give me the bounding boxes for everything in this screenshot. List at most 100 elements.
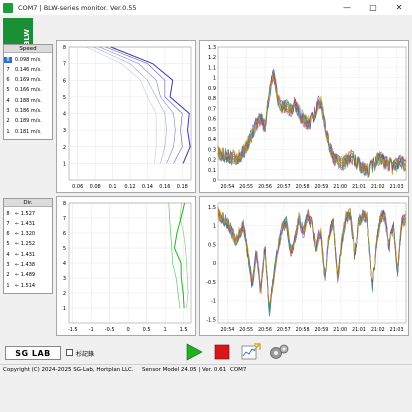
y-tick-label: 0.8 — [208, 96, 216, 102]
dir-row[interactable]: 8 ← 1.527 — [4, 209, 52, 218]
record-checkbox[interactable] — [66, 349, 73, 356]
speed-row-value: 0.188 m/s. — [15, 97, 42, 104]
control-bar: SG LAB 杉記錄 — [0, 336, 412, 364]
x-tick-label: 21:02 — [371, 184, 385, 190]
y-tick-label: 8 — [63, 201, 66, 207]
x-tick-label: 0.14 — [142, 184, 153, 190]
dir-row-index: 6 — [6, 231, 10, 238]
x-tick-label: 21:03 — [390, 184, 404, 190]
speed-row[interactable]: 5 0.166 m/s. — [4, 86, 52, 95]
speed-row-value: 0.166 m/s. — [15, 87, 42, 94]
x-tick-label: 20:55 — [239, 327, 253, 333]
x-tick-label: 20:59 — [314, 327, 328, 333]
y-tick-label: 1.2 — [208, 55, 216, 61]
port-text: COM7 — [230, 367, 247, 373]
dir-row[interactable]: 2 ← 1.489 — [4, 271, 52, 280]
speed-row-index: 8 — [4, 56, 12, 63]
settings-button[interactable] — [268, 342, 289, 362]
speed-row-index: 5 — [6, 87, 10, 94]
speed-timeseries-plot[interactable]: 0 0.1 0.2 0.3 0.4 0.5 0.6 0.7 0.8 0.9 1 1.1 1.2 1.3 20… — [199, 40, 409, 193]
y-tick-label: 1.5 — [208, 205, 216, 211]
x-tick-label: 21:03 — [390, 327, 404, 333]
dir-row-value: ← 1.320 — [15, 231, 36, 238]
speed-panel: Speed 8 0.098 m/s. 7 0.146 m/s. 6 0.169 m/s. 5… — [3, 44, 53, 140]
dir-panel-header: Dir. — [4, 199, 52, 207]
x-tick-label: 0.06 — [72, 184, 83, 190]
minimize-button[interactable]: — — [334, 0, 360, 15]
dir-row[interactable]: 4 ← 1.431 — [4, 250, 52, 259]
y-tick-label: 1 — [213, 76, 216, 82]
copyright-text: Copyright (C) 2024-2025 SG-Lab, Hortplan… — [3, 367, 134, 373]
y-tick-label: 0.6 — [208, 117, 216, 123]
y-tick-label: 0.3 — [208, 147, 216, 153]
play-button[interactable] — [184, 342, 204, 362]
y-tick-label: 0 — [213, 261, 216, 267]
x-tick-label: 20:55 — [239, 184, 253, 190]
x-tick-label: 21:00 — [333, 327, 347, 333]
gears-icon — [270, 344, 289, 359]
x-tick-label: -0.5 — [105, 327, 115, 333]
dir-row[interactable]: 7 ← 1.431 — [4, 219, 52, 228]
dir-row[interactable]: 5 ← 1.252 — [4, 240, 52, 249]
speed-row[interactable]: 2 0.189 m/s. — [4, 117, 52, 126]
x-tick-label: 21:01 — [352, 184, 366, 190]
y-tick-label: 0.4 — [208, 137, 216, 143]
x-tick-label: 20:54 — [220, 327, 234, 333]
y-tick-label: 6 — [63, 78, 66, 84]
x-tick-label: 0.16 — [159, 184, 170, 190]
speed-row-value: 0.181 m/s. — [15, 128, 42, 135]
y-tick-label: 0.5 — [208, 127, 216, 133]
profile-series-line — [110, 46, 191, 164]
speed-row-index: 2 — [6, 118, 10, 125]
x-tick-label: 20:57 — [277, 184, 291, 190]
speed-row[interactable]: 3 0.186 m/s. — [4, 107, 52, 116]
y-tick-label: 7 — [63, 62, 66, 68]
x-tick-label: 20:54 — [220, 184, 234, 190]
x-tick-label: 21:01 — [352, 327, 366, 333]
export-chart-icon — [241, 343, 261, 360]
export-button[interactable] — [240, 342, 261, 362]
speed-profile-plot[interactable]: 0.06 0.08 0.1 0.12 0.14 0.16 0.18 1 2 3 4 5 6 7 8 — [56, 40, 196, 193]
speed-row-index: 3 — [6, 108, 10, 114]
x-tick-label: 20:59 — [314, 184, 328, 190]
app-window: COM7 | BLW-series monitor. Ver.0.55 — □ … — [0, 0, 412, 412]
y-tick-label: 1 — [63, 161, 66, 167]
x-tick-label: 20:58 — [296, 184, 310, 190]
profile-series-line — [99, 46, 176, 164]
speed-row-value: 0.186 m/s. — [15, 108, 42, 114]
x-tick-label: 20:57 — [277, 327, 291, 333]
x-tick-label: 0.5 — [143, 327, 151, 333]
close-button[interactable]: ✕ — [386, 0, 412, 15]
x-tick-label: 20:56 — [258, 184, 272, 190]
y-tick-label: 4 — [63, 112, 66, 118]
speed-row-value: 0.098 m/s. — [15, 56, 42, 63]
speed-row[interactable]: 8 0.098 m/s. — [4, 55, 52, 64]
x-tick-label: 20:58 — [296, 327, 310, 333]
speed-row[interactable]: 4 0.188 m/s. — [4, 96, 52, 105]
speed-row[interactable]: 6 0.169 m/s. — [4, 76, 52, 85]
x-tick-label: 0.08 — [90, 184, 101, 190]
maximize-button[interactable]: □ — [360, 0, 386, 15]
y-tick-label: 0.5 — [208, 242, 216, 248]
dir-timeseries-plot[interactable]: -1.5 -1 -0.5 0 0.5 1 1.5 20:54 20:55 20:56 20:57 20… — [199, 196, 409, 336]
y-tick-label: 5 — [63, 246, 66, 252]
dir-row[interactable]: 1 ← 1.514 — [4, 281, 52, 290]
dir-row-value: ← 1.252 — [15, 241, 36, 248]
y-tick-label: 4 — [63, 261, 66, 267]
y-tick-label: 0.9 — [208, 86, 216, 92]
profile-series-line — [86, 46, 157, 164]
y-tick-label: 2 — [63, 291, 66, 297]
y-tick-label: 7 — [63, 216, 66, 222]
stop-button[interactable] — [212, 342, 232, 362]
y-tick-label: 1 — [63, 306, 66, 312]
speed-row-value: 0.146 m/s. — [15, 66, 42, 73]
dir-row[interactable]: 6 ← 1.320 — [4, 230, 52, 239]
speed-row[interactable]: 7 0.146 m/s. — [4, 65, 52, 74]
y-tick-label: 1 — [213, 224, 216, 230]
dir-profile-plot[interactable]: -1.5 -1 -0.5 0 0.5 1 1.5 1 2 3 4 5 6 7 8 — [56, 196, 196, 336]
speed-row[interactable]: 1 0.181 m/s. — [4, 127, 52, 136]
dir-row[interactable]: 3 ← 1.438 — [4, 261, 52, 270]
x-tick-label: 0 — [127, 327, 130, 333]
play-icon — [186, 343, 203, 361]
sensor-model-text: Sensor Model 24.05 | Ver. 0.61 — [142, 367, 227, 373]
